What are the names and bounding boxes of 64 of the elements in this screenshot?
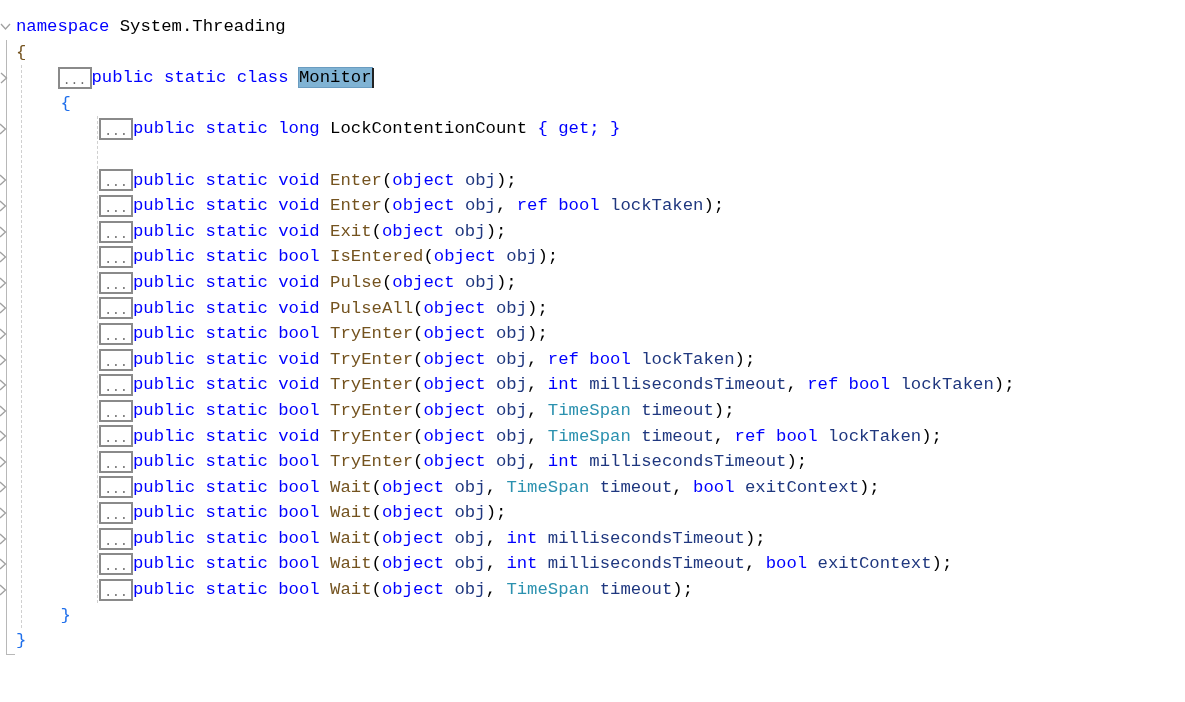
- chevron-right-icon[interactable]: [0, 507, 7, 520]
- code-line: public static bool Wait(object obj, TimeSpan timeout);: [133, 579, 694, 602]
- collapsed-code-marker[interactable]: ...: [99, 450, 133, 473]
- chevron-right-icon[interactable]: [0, 199, 7, 212]
- text-cursor: [371, 68, 374, 88]
- collapsed-code-marker[interactable]: ...: [99, 348, 133, 371]
- code-line: namespace System.Threading: [16, 16, 286, 38]
- code-line: public static void PulseAll(object obj);: [133, 297, 548, 320]
- code-line: public static void Exit(object obj);: [133, 220, 507, 243]
- code-line: public static void Enter(object obj);: [133, 169, 517, 192]
- chevron-right-icon[interactable]: [0, 558, 7, 571]
- code-line: public static bool TryEnter(object obj);: [133, 323, 548, 346]
- chevron-right-icon[interactable]: [0, 379, 7, 392]
- chevron-right-icon[interactable]: [0, 327, 7, 340]
- collapsed-code-marker[interactable]: ...: [99, 399, 133, 422]
- code-line: public static bool Wait(object obj);: [133, 502, 507, 525]
- chevron-right-icon[interactable]: [0, 353, 7, 366]
- chevron-right-icon[interactable]: [0, 430, 7, 443]
- chevron-right-icon[interactable]: [0, 532, 7, 545]
- code-line: public static bool Wait(object obj, TimeSpan timeout, bool exitContext);: [133, 476, 880, 499]
- code-line: public static void TryEnter(object obj, ref bool lockTaken);: [133, 348, 756, 371]
- collapsed-code-marker[interactable]: ...: [99, 578, 133, 601]
- collapsed-code-marker[interactable]: ...: [99, 194, 133, 217]
- code-line: }: [16, 630, 27, 653]
- code-line: {: [60, 92, 71, 115]
- code-line: public static bool IsEntered(object obj);: [133, 246, 559, 269]
- code-line: public static class Monitor: [91, 67, 372, 90]
- code-line: public static bool TryEnter(object obj, int millisecondsTimeout);: [133, 451, 808, 474]
- code-line: public static void Enter(object obj, ref bool lockTaken);: [133, 195, 725, 218]
- collapsed-code-marker[interactable]: ...: [99, 322, 133, 345]
- collapsed-code-marker[interactable]: ...: [99, 476, 133, 499]
- collapsed-code-marker[interactable]: ...: [99, 374, 133, 397]
- chevron-right-icon[interactable]: [0, 72, 8, 84]
- chevron-right-icon[interactable]: [0, 404, 7, 417]
- chevron-right-icon[interactable]: [0, 276, 7, 289]
- chevron-down-icon[interactable]: [0, 22, 11, 31]
- collapsed-code-marker[interactable]: ...: [99, 297, 133, 320]
- collapsed-code-marker[interactable]: ...: [99, 271, 133, 294]
- code-line: public static long LockContentionCount { get; }: [133, 118, 621, 141]
- chevron-right-icon[interactable]: [0, 123, 7, 136]
- code-line: {: [16, 41, 27, 64]
- collapsed-code-marker[interactable]: ...: [99, 527, 133, 550]
- collapsed-code-marker[interactable]: ...: [99, 169, 133, 192]
- code-line: public static void TryEnter(object obj, int millisecondsTimeout, ref bool lockTaken);: [133, 374, 1015, 397]
- chevron-right-icon[interactable]: [0, 455, 7, 468]
- collapsed-code-marker[interactable]: ...: [57, 67, 92, 89]
- collapsed-code-marker[interactable]: ...: [99, 502, 133, 525]
- chevron-right-icon[interactable]: [0, 225, 7, 238]
- code-line: public static void TryEnter(object obj, TimeSpan timeout, ref bool lockTaken);: [133, 425, 942, 448]
- code-line: public static bool TryEnter(object obj, TimeSpan timeout);: [133, 399, 735, 422]
- collapsed-code-marker[interactable]: ...: [99, 246, 133, 269]
- chevron-right-icon[interactable]: [0, 302, 7, 315]
- code-line: public static bool Wait(object obj, int millisecondsTimeout, bool exitContext);: [133, 553, 953, 576]
- collapsed-code-marker[interactable]: ...: [99, 425, 133, 448]
- chevron-right-icon[interactable]: [0, 251, 7, 264]
- chevron-right-icon[interactable]: [0, 174, 7, 187]
- collapsed-code-marker[interactable]: ...: [99, 553, 133, 576]
- collapsed-code-marker[interactable]: ...: [99, 118, 133, 141]
- collapsed-code-marker[interactable]: ...: [99, 220, 133, 243]
- code-line: }: [60, 604, 71, 627]
- code-line: public static void Pulse(object obj);: [133, 271, 517, 294]
- code-line: public static bool Wait(object obj, int millisecondsTimeout);: [133, 527, 766, 550]
- chevron-right-icon[interactable]: [0, 583, 7, 596]
- chevron-right-icon[interactable]: [0, 481, 7, 494]
